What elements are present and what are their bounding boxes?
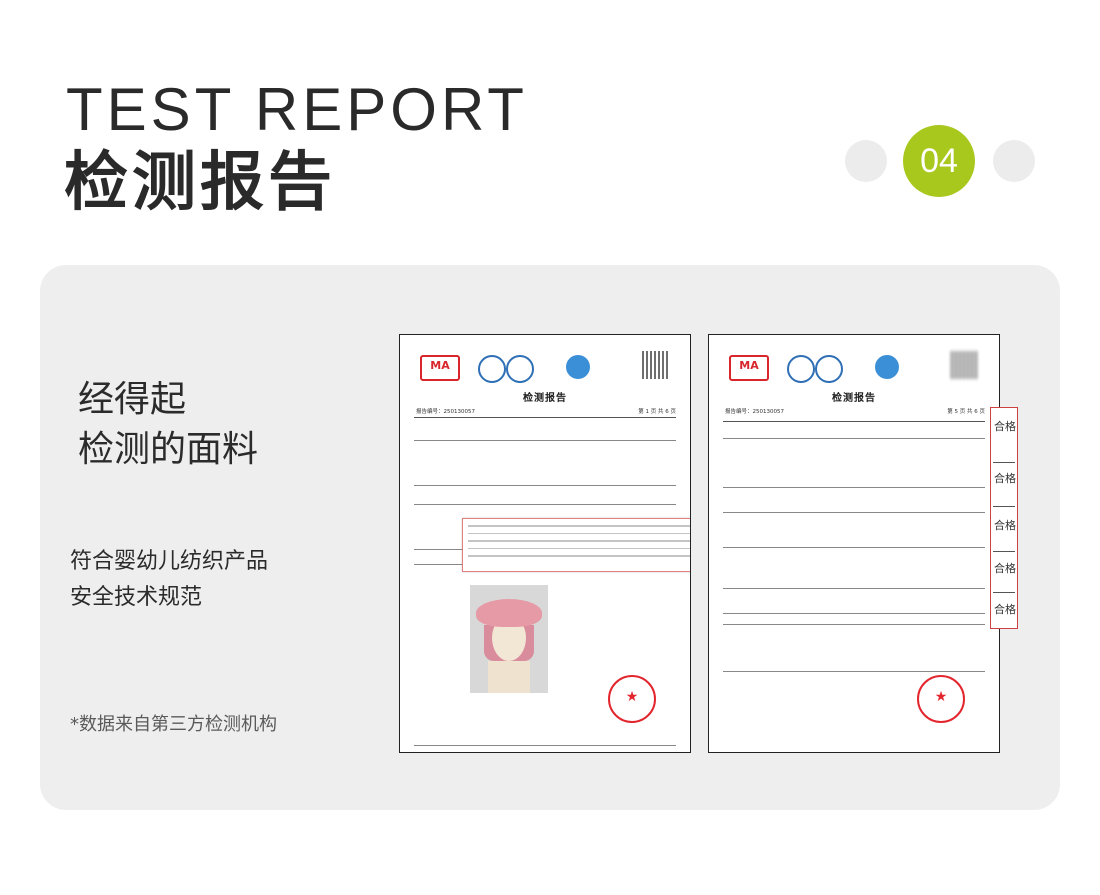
cma-logo-2: MA — [729, 355, 769, 381]
ilac-logo — [478, 355, 506, 383]
verdict-separator — [993, 551, 1015, 552]
ilac-logo-2 — [787, 355, 815, 383]
check-logo-2 — [875, 355, 899, 379]
certification-logos: MA — [420, 351, 670, 383]
test-seal-2 — [917, 675, 965, 723]
cma-logo: MA — [420, 355, 460, 381]
product-photo — [470, 585, 548, 693]
verdict-separator — [993, 592, 1015, 593]
report-page-1: MA 检测报告 报告编号：250130057 第 1 页 共 6 页 — [399, 334, 691, 753]
verdict-separator — [993, 506, 1015, 507]
slogan-line-1: 经得起 — [78, 379, 187, 420]
page-dot-next — [993, 140, 1035, 182]
certification-logos-2: MA — [729, 351, 979, 383]
check-logo — [566, 355, 590, 379]
test-seal — [608, 675, 656, 723]
report-page-info-2: 第 5 页 共 6 页 — [947, 409, 985, 415]
standards-callout — [462, 518, 690, 572]
verdict-1: 合格 — [994, 420, 1016, 433]
verdict-2: 合格 — [994, 472, 1016, 485]
verdict-5: 合格 — [994, 603, 1016, 616]
qr-code-icon — [642, 351, 670, 379]
results-table — [723, 421, 985, 672]
cnas-logo — [506, 355, 534, 383]
report-page-5: MA 检测报告 报告编号：250130057 第 5 页 共 6 页 — [708, 334, 1000, 753]
title-en: TEST REPORT — [66, 76, 528, 143]
report-number-2: 报告编号：250130057 — [725, 409, 784, 415]
source-note: *数据来自第三方检测机构 — [70, 714, 277, 735]
verdict-separator — [993, 462, 1015, 463]
standard-line-1: 符合婴幼儿纺织产品 — [70, 549, 269, 574]
standard-line-2: 安全技术规范 — [70, 585, 203, 610]
report-title-2: 检测报告 — [832, 393, 876, 404]
report-page-info: 第 1 页 共 6 页 — [638, 409, 676, 415]
slogan: 经得起 检测的面料 — [78, 375, 258, 475]
cnas-logo-2 — [815, 355, 843, 383]
slogan-line-2: 检测的面料 — [78, 429, 259, 470]
verdict-3: 合格 — [994, 519, 1016, 532]
verdict-4: 合格 — [994, 562, 1016, 575]
page-dot-active: 04 — [903, 125, 975, 197]
qr-code-icon-2 — [951, 351, 979, 379]
title-cn: 检测报告 — [64, 146, 336, 220]
standard-text: 符合婴幼儿纺织产品 安全技术规范 — [70, 544, 268, 616]
report-number: 报告编号：250130057 — [416, 409, 475, 415]
report-title: 检测报告 — [523, 393, 567, 404]
page-dot-prev — [845, 140, 887, 182]
